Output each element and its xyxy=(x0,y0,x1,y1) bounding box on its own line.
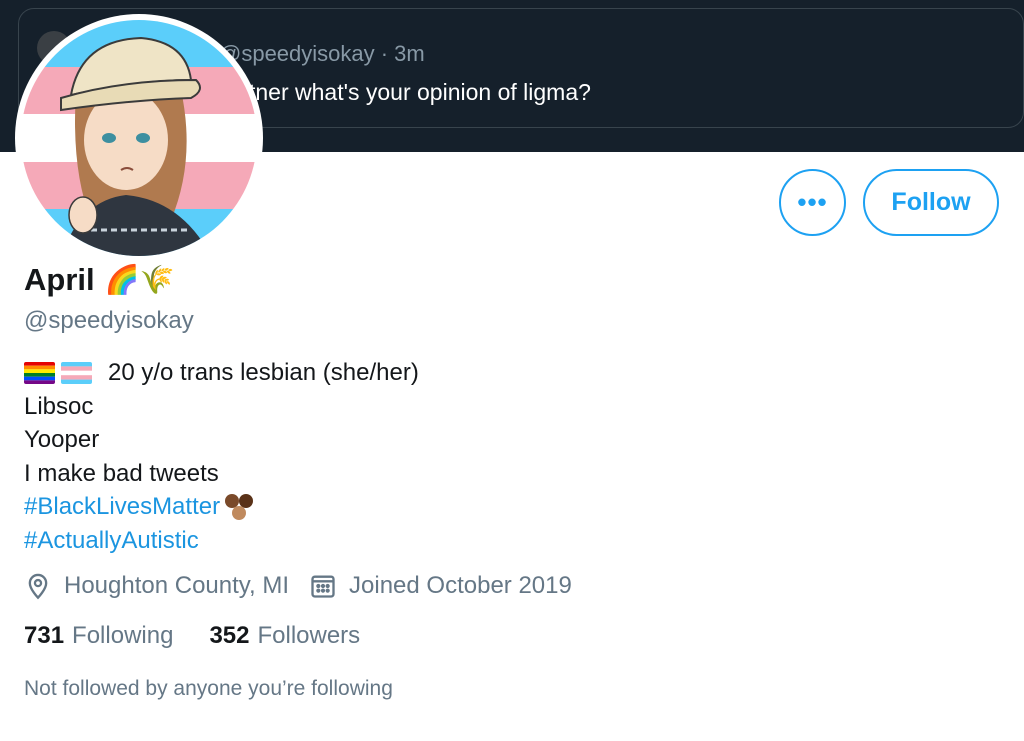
followers-label: Followers xyxy=(257,622,361,649)
more-options-button[interactable]: ••• xyxy=(779,169,846,236)
following-count: 731 xyxy=(24,622,65,649)
bio-line-3: Yooper xyxy=(24,423,419,457)
hashtag-blacklivesmatter[interactable]: #BlackLivesMatter xyxy=(24,490,220,524)
follow-stats: 731 Following 352 Followers xyxy=(24,622,360,650)
profile-avatar[interactable] xyxy=(15,14,263,262)
username: @speedyisokay xyxy=(24,307,194,334)
bio-text-identity: 20 y/o trans lesbian (she/her) xyxy=(108,359,419,386)
display-name: April 🌈🌾 xyxy=(24,262,174,298)
profile-meta: Houghton County, MI Joined October 2019 xyxy=(24,572,572,600)
bio-line-1: 20 y/o trans lesbian (she/her) xyxy=(24,356,419,390)
following-link[interactable]: 731 Following xyxy=(24,622,173,650)
bio-text-yooper: Yooper xyxy=(24,426,100,453)
tweet-text: tner what's your opinion of ligma? xyxy=(249,79,591,105)
trans-flag-icon xyxy=(61,361,92,384)
bio: 20 y/o trans lesbian (she/her) Libsoc Yo… xyxy=(24,356,419,557)
display-name-text: April xyxy=(24,262,95,297)
followers-count: 352 xyxy=(209,622,250,649)
joined-date-text: Joined October 2019 xyxy=(349,572,572,599)
raised-fists-emoji xyxy=(222,492,256,522)
bio-line-2: Libsoc xyxy=(24,390,419,424)
name-emojis: 🌈🌾 xyxy=(104,264,175,295)
mutual-followers-note: Not followed by anyone you’re following xyxy=(24,677,393,700)
location-pin-icon xyxy=(24,572,52,600)
calendar-icon xyxy=(309,572,337,600)
location-text: Houghton County, MI xyxy=(64,572,290,599)
bio-line-4: I make bad tweets xyxy=(24,457,419,491)
tweet-handle-time: @speedyisokay · 3m xyxy=(219,41,425,66)
bio-text-libsoc: Libsoc xyxy=(24,392,94,420)
bio-line-5: #BlackLivesMatter xyxy=(24,490,419,524)
following-label: Following xyxy=(72,622,174,649)
bio-text-tweets: I make bad tweets xyxy=(24,459,219,487)
hashtag-actuallyautistic[interactable]: #ActuallyAutistic xyxy=(24,524,199,558)
followers-link[interactable]: 352 Followers xyxy=(209,622,360,650)
bio-line-6: #ActuallyAutistic xyxy=(24,524,419,558)
avatar-image xyxy=(21,20,257,256)
rainbow-flag-icon xyxy=(24,361,55,384)
follow-button[interactable]: Follow xyxy=(863,169,999,236)
